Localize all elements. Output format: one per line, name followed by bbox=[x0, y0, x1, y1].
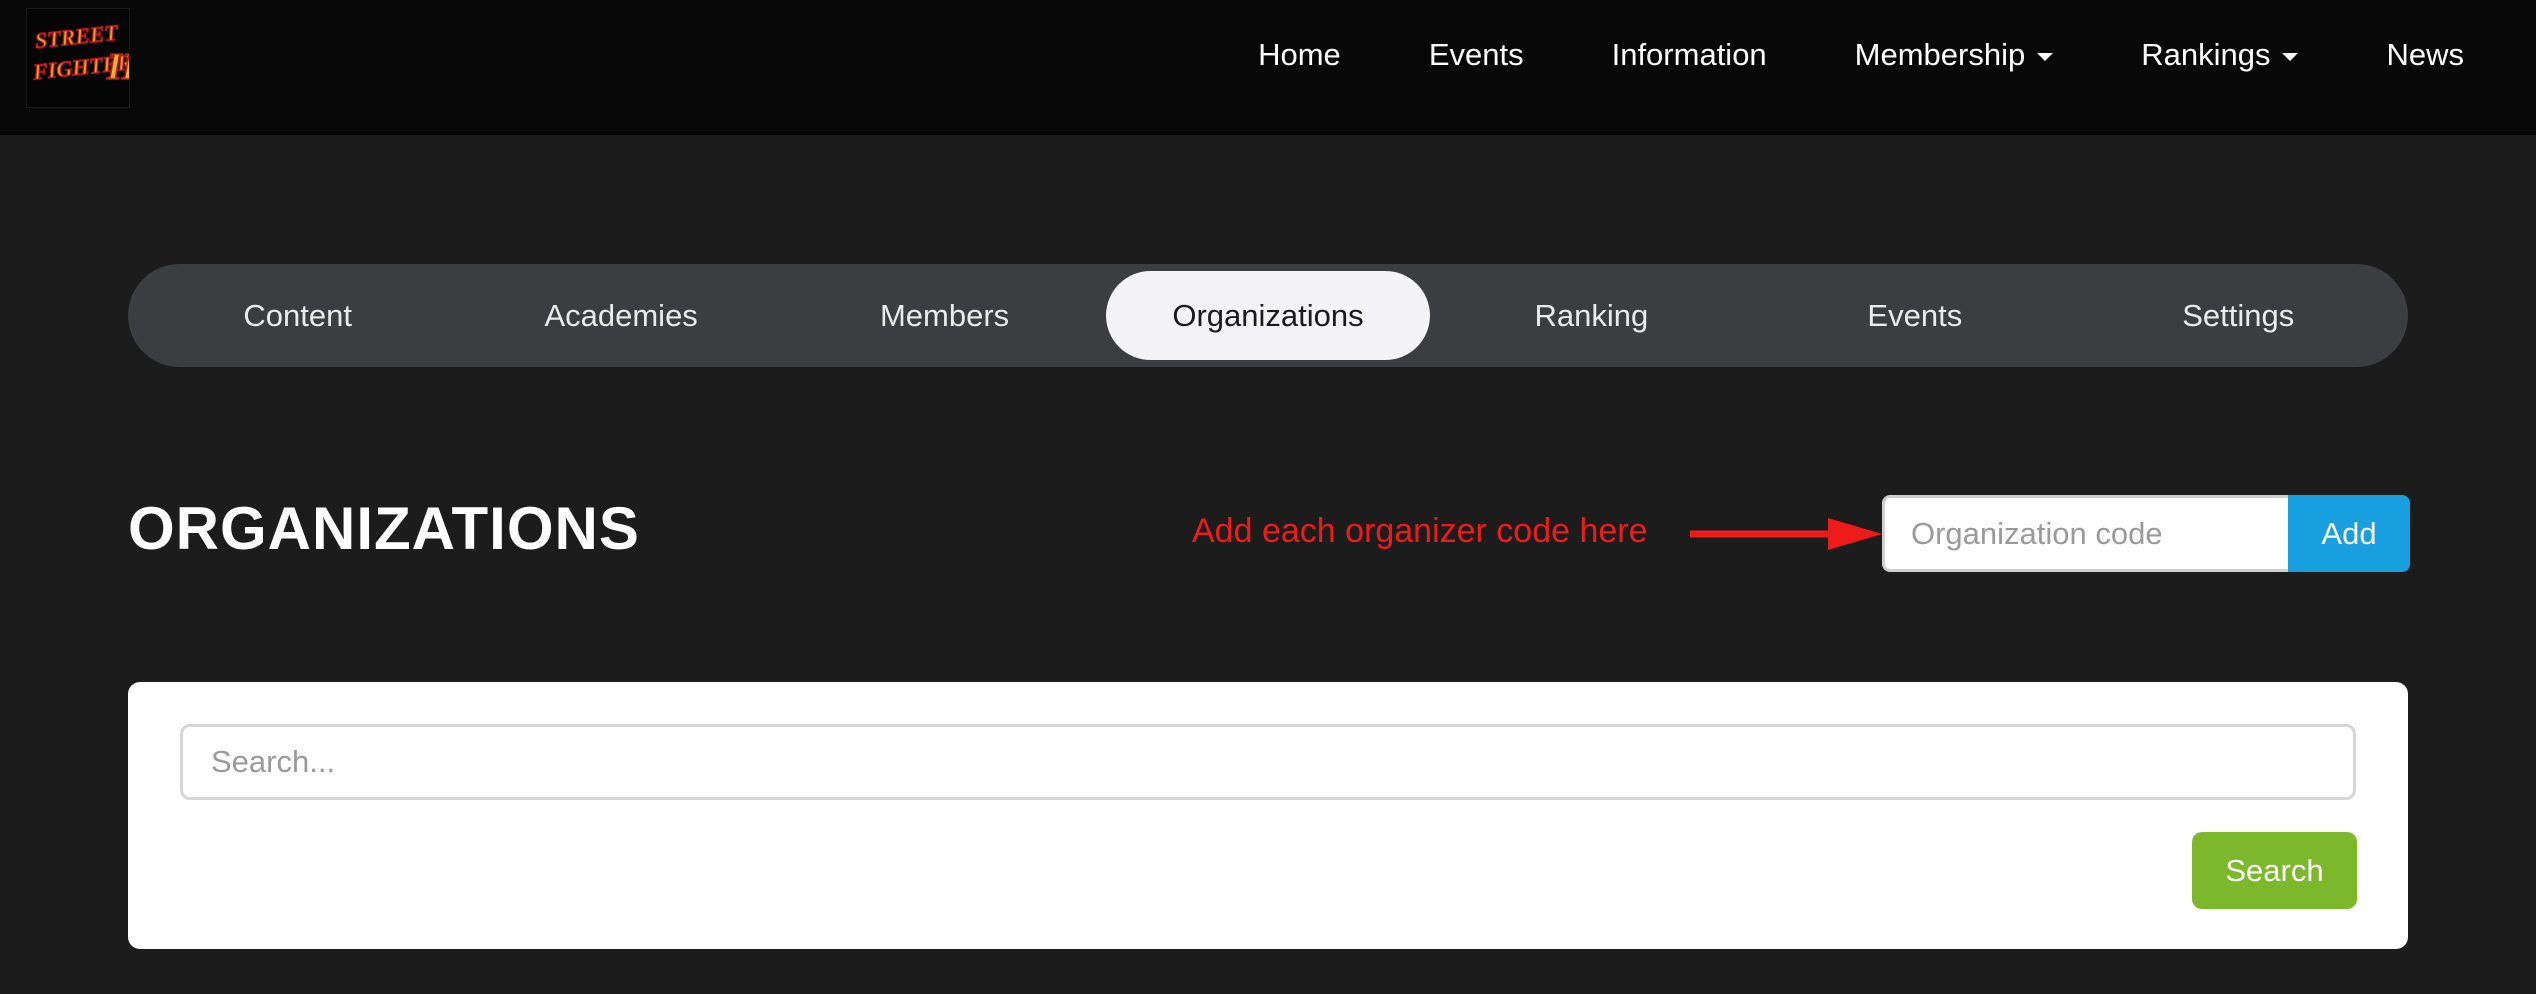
tab-label: Organizations bbox=[1172, 297, 1364, 333]
tab-label: Content bbox=[243, 297, 352, 333]
nav-rankings-dropdown[interactable]: Rankings bbox=[2097, 37, 2342, 73]
nav-membership-label: Membership bbox=[1854, 37, 2026, 72]
street-fighter-logo[interactable]: STREET FIGHTER II bbox=[26, 8, 130, 108]
nav-membership-dropdown[interactable]: Membership bbox=[1811, 37, 2098, 73]
tab-label: Settings bbox=[2182, 297, 2295, 333]
nav-rankings-label: Rankings bbox=[2141, 37, 2271, 72]
tab-content[interactable]: Content bbox=[136, 271, 459, 360]
tab-label: Events bbox=[1867, 297, 1963, 333]
tab-label: Members bbox=[879, 297, 1010, 333]
tab-members[interactable]: Members bbox=[783, 271, 1106, 360]
page-title: ORGANIZATIONS bbox=[128, 495, 640, 562]
svg-text:II: II bbox=[106, 46, 129, 88]
caret-down-icon bbox=[2282, 53, 2299, 61]
tab-ranking[interactable]: Ranking bbox=[1430, 271, 1753, 360]
tab-academies[interactable]: Academies bbox=[459, 271, 782, 360]
search-panel: Search bbox=[128, 682, 2408, 949]
caret-down-icon bbox=[2037, 53, 2054, 61]
nav-home-label: Home bbox=[1258, 37, 1341, 72]
nav-information[interactable]: Information bbox=[1568, 37, 1811, 73]
nav-news[interactable]: News bbox=[2342, 37, 2536, 73]
admin-tabs: Content Academies Members Organizations … bbox=[128, 264, 2408, 367]
tab-events[interactable]: Events bbox=[1753, 271, 2076, 360]
add-button[interactable]: Add bbox=[2288, 495, 2410, 572]
tab-organizations[interactable]: Organizations bbox=[1106, 271, 1430, 360]
tab-label: Academies bbox=[544, 297, 698, 333]
top-navbar: STREET FIGHTER II Home Events Informatio… bbox=[0, 0, 2536, 135]
tab-label: Ranking bbox=[1534, 297, 1649, 333]
nav-information-label: Information bbox=[1611, 37, 1767, 72]
search-button[interactable]: Search bbox=[2192, 832, 2357, 909]
organization-code-input[interactable] bbox=[1882, 495, 2288, 572]
annotation-arrow-icon bbox=[1690, 518, 1882, 550]
nav-news-label: News bbox=[2386, 37, 2464, 72]
annotation-text: Add each organizer code here bbox=[1192, 512, 1648, 550]
tab-settings[interactable]: Settings bbox=[2077, 271, 2400, 360]
nav-home[interactable]: Home bbox=[1214, 37, 1385, 73]
nav-events[interactable]: Events bbox=[1385, 37, 1568, 73]
search-input[interactable] bbox=[180, 724, 2356, 800]
add-organization-form: Add bbox=[1882, 495, 2410, 572]
nav-events-label: Events bbox=[1428, 37, 1524, 72]
main-nav: Home Events Information Membership Ranki… bbox=[1214, 0, 2536, 110]
